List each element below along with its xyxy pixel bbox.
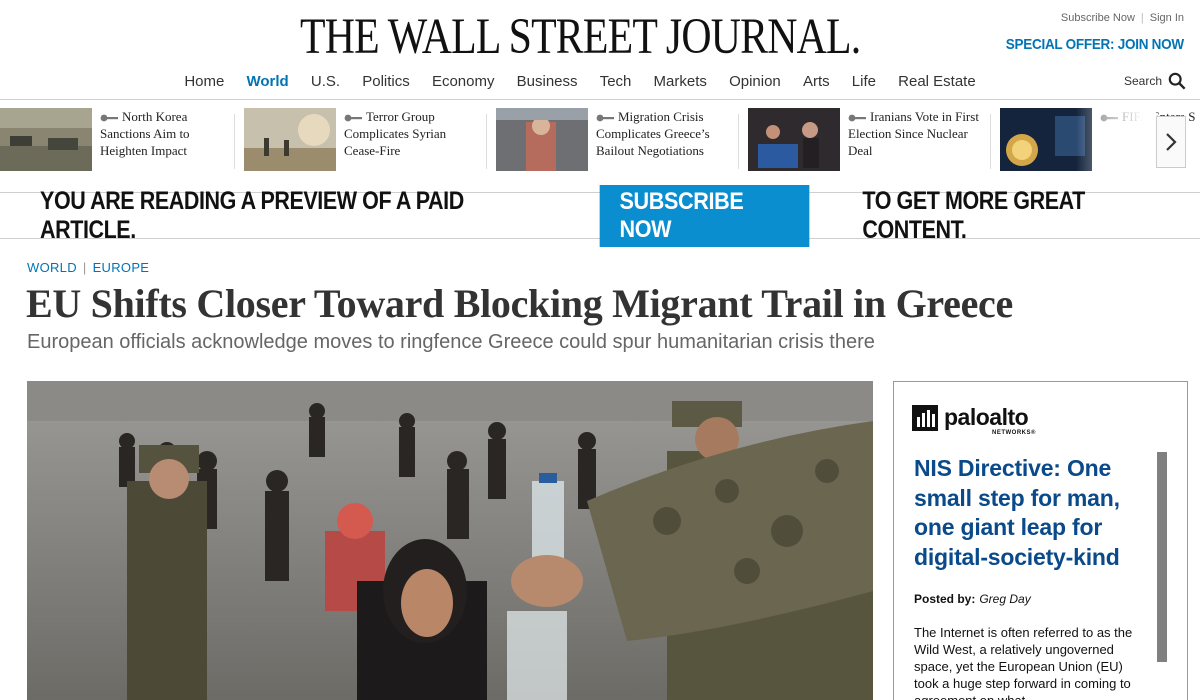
headline-carousel: North Korea Sanctions Aim to Heighten Im… [0, 108, 1200, 188]
key-icon [344, 114, 362, 122]
paloalto-logo: paloalto [912, 404, 1029, 431]
paywall-banner: YOU ARE READING A PREVIEW OF A PAID ARTI… [0, 184, 1200, 247]
story-title: Iranians Vote in First Election Since Nu… [848, 109, 979, 158]
nav-item-politics[interactable]: Politics [362, 73, 410, 90]
story-title: Terror Group Complicates Syrian Cease-Fi… [344, 109, 447, 158]
divider [486, 114, 487, 169]
article-headline: EU Shifts Closer Toward Blocking Migrant… [26, 281, 1013, 326]
account-links: Subscribe Now | Sign In [1061, 12, 1184, 24]
chevron-right-icon [1166, 133, 1177, 151]
wsj-logo[interactable]: THE WALL STREET JOURNAL. [300, 8, 861, 66]
carousel-story[interactable]: North Korea Sanctions Aim to Heighten Im… [0, 108, 232, 183]
story-thumbnail [496, 108, 588, 171]
carousel-story[interactable]: Iranians Vote in First Election Since Nu… [748, 108, 980, 183]
carousel-next-button[interactable] [1156, 116, 1186, 168]
nav-item-economy[interactable]: Economy [432, 73, 495, 90]
key-icon [596, 114, 614, 122]
ad-body: The Internet is often referred to as the… [914, 625, 1133, 700]
nav-item-life[interactable]: Life [852, 73, 876, 90]
subscribe-now-button[interactable]: SUBSCRIBE NOW [599, 184, 810, 247]
nav-item-arts[interactable]: Arts [803, 73, 830, 90]
ad-scrollbar[interactable] [1157, 452, 1167, 662]
search-button[interactable]: Search [1124, 72, 1186, 90]
story-thumbnail [244, 108, 336, 171]
carousel-fade [1076, 108, 1156, 178]
hero-photo [27, 381, 873, 700]
nav-item-us[interactable]: U.S. [311, 73, 340, 90]
nav-item-business[interactable]: Business [517, 73, 578, 90]
paywall-lead-text: YOU ARE READING A PREVIEW OF A PAID ARTI… [40, 186, 464, 244]
divider: | [1140, 12, 1144, 24]
sign-in-link[interactable]: Sign In [1150, 12, 1184, 24]
nav-item-home[interactable]: Home [184, 73, 224, 90]
nav-item-world[interactable]: World [247, 73, 289, 90]
subscribe-now-link[interactable]: Subscribe Now [1061, 12, 1135, 24]
divider: | [82, 260, 87, 275]
nav-item-real-estate[interactable]: Real Estate [898, 73, 976, 90]
story-title: North Korea Sanctions Aim to Heighten Im… [100, 109, 190, 158]
paloalto-logo-icon [912, 404, 938, 431]
story-title: Migration Crisis Complicates Greece’s Ba… [596, 109, 710, 158]
masthead: THE WALL STREET JOURNAL. Subscribe Now | S… [0, 0, 1200, 100]
story-thumbnail [748, 108, 840, 171]
carousel-story[interactable]: Migration Crisis Complicates Greece’s Ba… [496, 108, 728, 183]
breadcrumb-section[interactable]: WORLD [27, 260, 77, 275]
article-dek: European officials acknowledge moves to … [27, 331, 875, 353]
breadcrumb: WORLD | EUROPE [27, 260, 149, 275]
main-nav: Home World U.S. Politics Economy Busines… [0, 73, 1200, 90]
divider [990, 114, 991, 169]
ad-byline: Posted by: Greg Day [914, 592, 1031, 606]
key-icon [848, 114, 866, 122]
key-icon [100, 114, 118, 122]
breadcrumb-subsection[interactable]: EUROPE [93, 260, 150, 275]
advertisement[interactable]: paloalto NETWORKS® NIS Directive: One sm… [893, 381, 1188, 700]
nav-item-markets[interactable]: Markets [654, 73, 707, 90]
paywall-tail-text: TO GET MORE GREAT CONTENT. [862, 186, 1086, 244]
divider [234, 114, 235, 169]
special-offer-link[interactable]: SPECIAL OFFER: JOIN NOW [1006, 36, 1184, 53]
divider [738, 114, 739, 169]
story-thumbnail [0, 108, 92, 171]
search-icon [1168, 72, 1186, 90]
paloalto-logo-sub: NETWORKS® [992, 430, 1036, 436]
ad-title[interactable]: NIS Directive: One small step for man, o… [914, 454, 1154, 572]
nav-item-opinion[interactable]: Opinion [729, 73, 781, 90]
search-label: Search [1123, 74, 1162, 88]
nav-item-tech[interactable]: Tech [600, 73, 632, 90]
article-hero-image [27, 381, 873, 700]
carousel-story[interactable]: Terror Group Complicates Syrian Cease-Fi… [244, 108, 476, 183]
